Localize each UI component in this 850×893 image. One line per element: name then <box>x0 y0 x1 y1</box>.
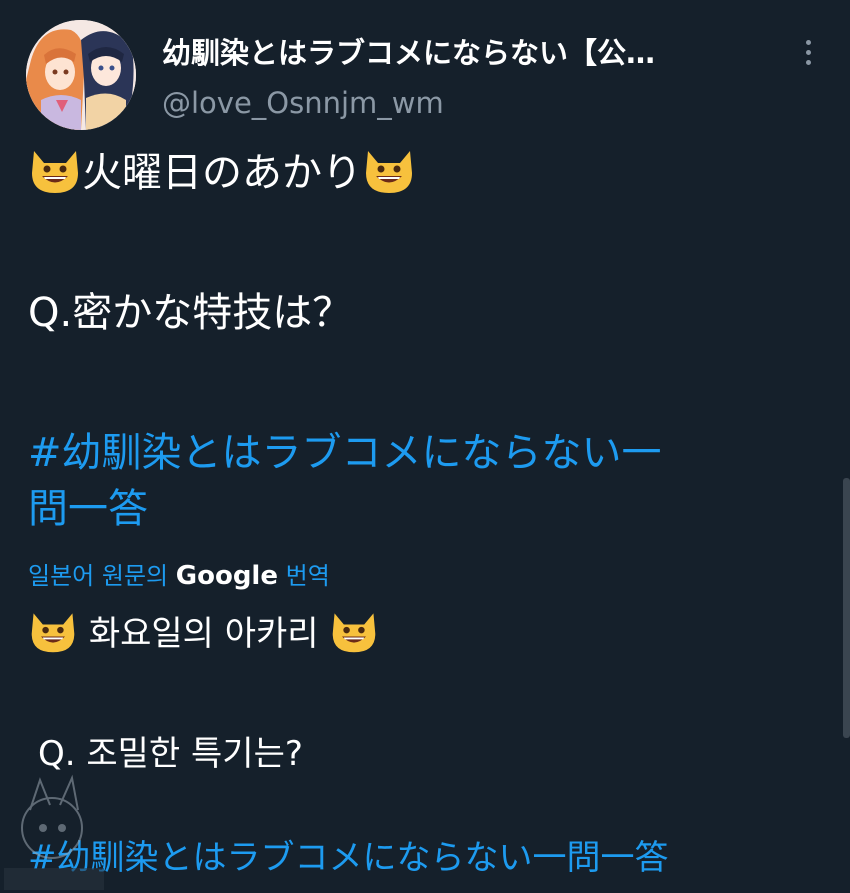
avatar[interactable] <box>26 20 136 130</box>
grinning-cat-emoji <box>362 143 416 207</box>
translation-label[interactable]: 일본어 원문의 Google 번역 <box>28 556 330 591</box>
more-vertical-icon[interactable] <box>792 32 824 72</box>
google-logo-text: Google <box>175 561 278 591</box>
translation-label-suffix: 번역 <box>285 562 330 590</box>
tweet-question: Q.密かな特技は？ <box>28 290 353 336</box>
tweet-line-1: 火曜日のあかり <box>28 140 416 207</box>
hashtag-link-line1[interactable]: #幼馴染とはラブコメにならない一 <box>28 420 662 478</box>
display-name[interactable]: 幼馴染とはラブコメにならない【公… <box>162 30 762 72</box>
grinning-cat-emoji <box>28 143 82 207</box>
tweet-text-line1: 火曜日のあかり <box>82 150 362 196</box>
translation-label-prefix: 일본어 원문의 <box>28 562 169 590</box>
grinning-cat-emoji <box>28 606 78 665</box>
watermark-image <box>0 770 110 893</box>
user-handle[interactable]: @love_Osnnjm_wm <box>162 86 444 120</box>
translated-question: Q. 조밀한 특기는? <box>38 734 303 774</box>
translated-text-line1: 화요일의 아카리 <box>88 614 319 654</box>
translated-line-1: 화요일의 아카리 <box>28 606 379 665</box>
scrollbar[interactable] <box>843 478 850 738</box>
grinning-cat-emoji <box>329 606 379 665</box>
hashtag-link-line2[interactable]: 問一答 <box>28 476 148 534</box>
tweet-card: 幼馴染とはラブコメにならない【公… @love_Osnnjm_wm 火曜日のあか… <box>0 0 850 893</box>
translated-hashtag-link[interactable]: #幼馴染とはラブコメにならない一問一答 <box>28 830 669 879</box>
